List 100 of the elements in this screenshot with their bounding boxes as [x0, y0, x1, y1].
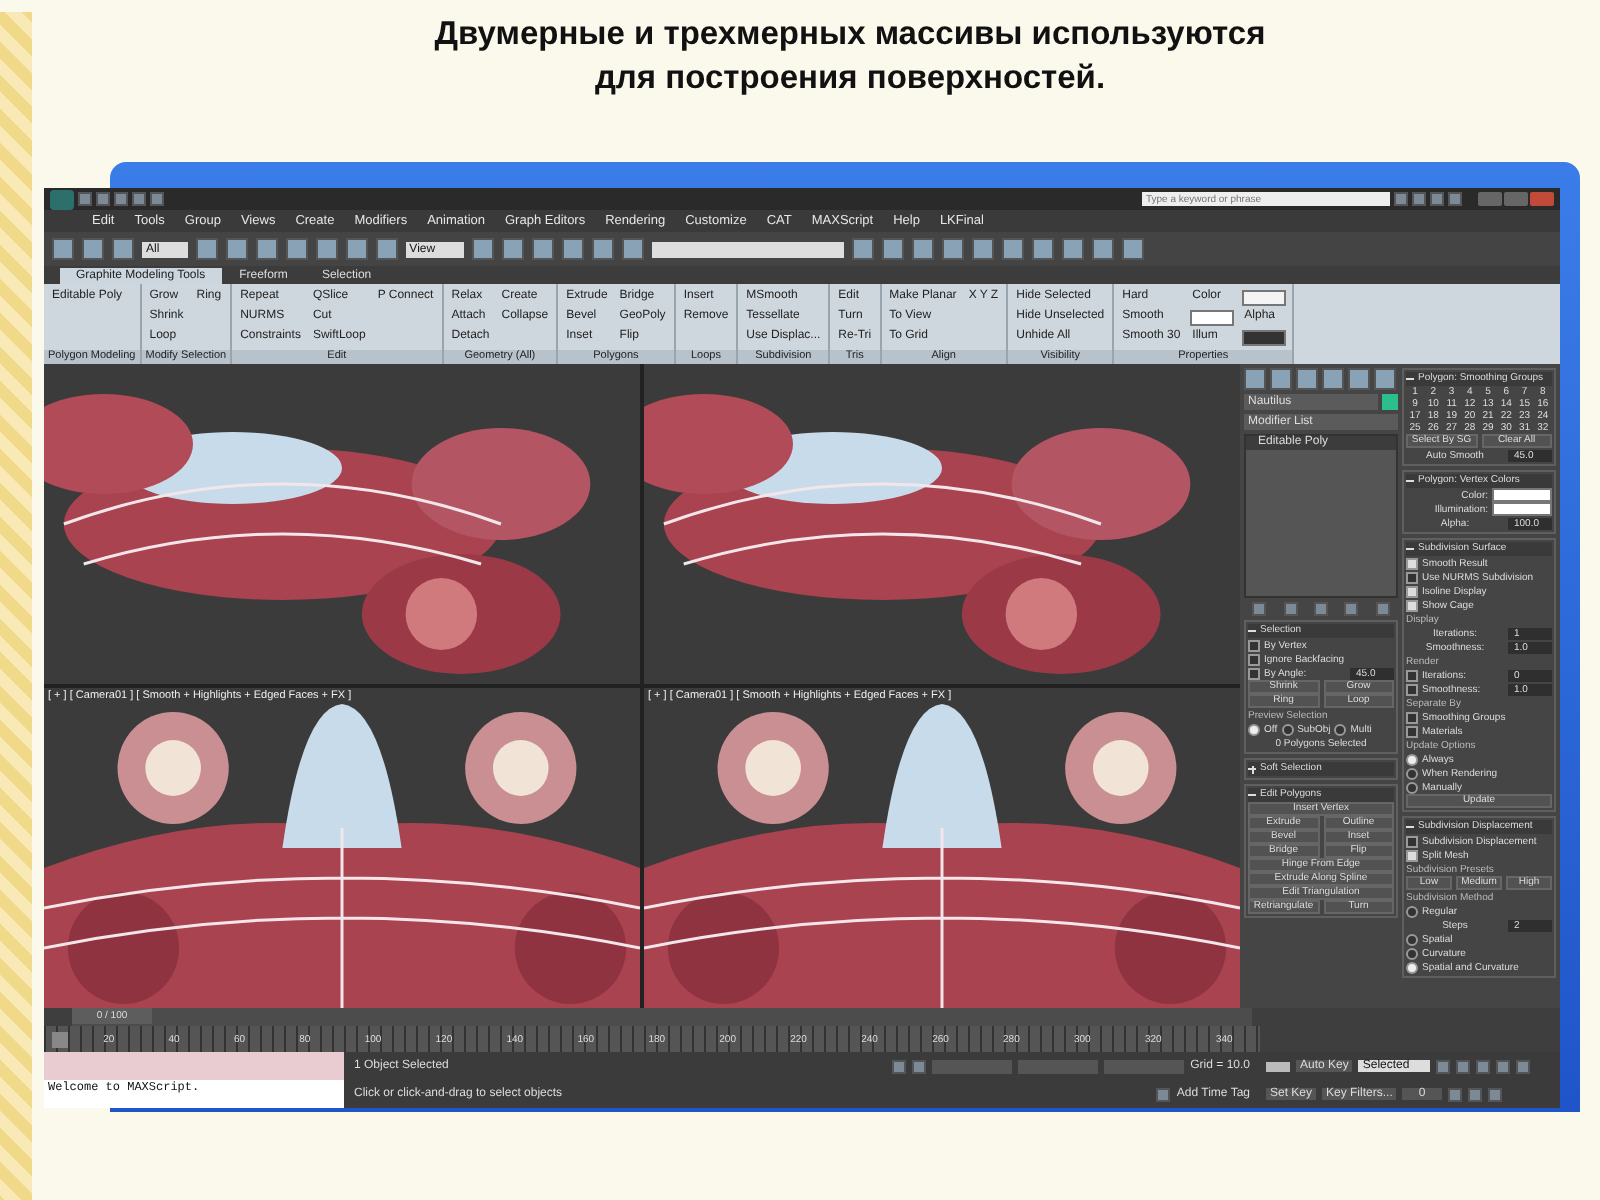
checkbox[interactable]: [1406, 849, 1418, 861]
square-icon[interactable]: [82, 238, 104, 260]
square-icon[interactable]: [96, 192, 110, 206]
square-icon[interactable]: [941, 238, 964, 260]
square-icon[interactable]: [375, 238, 398, 260]
square-icon[interactable]: [1447, 1087, 1462, 1101]
checkbox[interactable]: [1406, 557, 1418, 569]
square-icon[interactable]: [114, 192, 128, 206]
checkbox[interactable]: [1406, 835, 1418, 847]
named-selection-field[interactable]: [651, 241, 844, 257]
square-icon[interactable]: [1322, 368, 1344, 390]
radio-button[interactable]: [1406, 767, 1418, 779]
square-icon[interactable]: [501, 238, 524, 260]
radio-button[interactable]: [1334, 723, 1347, 735]
square-icon[interactable]: [1435, 1059, 1450, 1073]
square-icon[interactable]: [1515, 1059, 1530, 1073]
radio-button[interactable]: [1248, 723, 1260, 735]
collapse-icon[interactable]: [1406, 375, 1414, 383]
square-icon[interactable]: [1252, 602, 1267, 616]
radio-button[interactable]: [1406, 933, 1418, 945]
square-icon[interactable]: [892, 1059, 907, 1073]
square-icon[interactable]: [591, 238, 614, 260]
object-color-swatch[interactable]: [1382, 394, 1398, 410]
square-icon[interactable]: [1001, 238, 1024, 260]
square-icon[interactable]: [1296, 368, 1318, 390]
square-icon[interactable]: [255, 238, 278, 260]
checkbox[interactable]: [1406, 571, 1418, 583]
square-icon[interactable]: [971, 238, 994, 260]
y-coordinate-field[interactable]: [1018, 1059, 1099, 1073]
slide-title: Двумерные и трехмерных массивы используются для построения поверхностей.: [432, 14, 1268, 100]
color-swatch[interactable]: [1242, 329, 1287, 345]
square-icon[interactable]: [1412, 192, 1426, 206]
color-swatch[interactable]: [1492, 488, 1552, 502]
radio-button[interactable]: [1406, 905, 1418, 917]
square-icon[interactable]: [345, 238, 368, 260]
square-icon[interactable]: [1375, 602, 1390, 616]
square-icon[interactable]: [1448, 192, 1462, 206]
square-icon[interactable]: [1475, 1059, 1490, 1073]
square-icon[interactable]: [1348, 368, 1370, 390]
square-icon[interactable]: [1455, 1059, 1470, 1073]
color-swatch[interactable]: [1190, 309, 1235, 325]
square-icon[interactable]: [285, 238, 308, 260]
color-swatch[interactable]: [1492, 502, 1552, 516]
square-icon[interactable]: [1487, 1087, 1502, 1101]
checkbox[interactable]: [1248, 667, 1260, 679]
square-icon[interactable]: [1244, 368, 1266, 390]
square-icon[interactable]: [621, 238, 644, 260]
square-icon[interactable]: [911, 238, 934, 260]
checkbox[interactable]: [1406, 725, 1418, 737]
radio-button[interactable]: [1406, 947, 1418, 959]
square-icon[interactable]: [851, 238, 874, 260]
square-icon[interactable]: [1270, 368, 1292, 390]
square-icon[interactable]: [1156, 1087, 1171, 1101]
square-icon[interactable]: [561, 238, 584, 260]
square-icon[interactable]: [531, 238, 554, 260]
square-icon[interactable]: [52, 238, 74, 260]
square-icon[interactable]: [132, 192, 146, 206]
checkbox[interactable]: [1406, 683, 1418, 695]
square-icon[interactable]: [1430, 192, 1444, 206]
radio-button[interactable]: [1406, 753, 1418, 765]
square-icon[interactable]: [1394, 192, 1408, 206]
square-icon[interactable]: [1283, 602, 1298, 616]
square-icon[interactable]: [150, 192, 164, 206]
x-coordinate-field[interactable]: [932, 1059, 1013, 1073]
collapse-icon[interactable]: [1248, 627, 1256, 635]
square-icon[interactable]: [315, 238, 338, 260]
square-icon[interactable]: [112, 238, 134, 260]
radio-button[interactable]: [1281, 723, 1294, 735]
app-logo-icon[interactable]: [50, 189, 74, 209]
color-swatch[interactable]: [1242, 289, 1287, 305]
checkbox[interactable]: [1406, 599, 1418, 611]
square-icon[interactable]: [1031, 238, 1054, 260]
square-icon[interactable]: [225, 238, 248, 260]
square-icon[interactable]: [1374, 368, 1396, 390]
collapse-icon[interactable]: [1248, 791, 1256, 799]
square-icon[interactable]: [78, 192, 92, 206]
square-icon[interactable]: [471, 238, 494, 260]
checkbox[interactable]: [1406, 585, 1418, 597]
radio-button[interactable]: [1406, 781, 1418, 793]
square-icon[interactable]: [1121, 238, 1144, 260]
checkbox[interactable]: [1248, 639, 1260, 651]
collapse-icon[interactable]: [1406, 823, 1414, 831]
square-icon[interactable]: [1495, 1059, 1510, 1073]
square-icon[interactable]: [1467, 1087, 1482, 1101]
checkbox[interactable]: [1248, 653, 1260, 665]
square-icon[interactable]: [1091, 238, 1114, 260]
expand-icon[interactable]: [1248, 765, 1256, 773]
z-coordinate-field[interactable]: [1104, 1059, 1185, 1073]
square-icon[interactable]: [912, 1059, 927, 1073]
square-icon[interactable]: [1313, 602, 1328, 616]
checkbox[interactable]: [1406, 711, 1418, 723]
square-icon[interactable]: [1061, 238, 1084, 260]
checkbox[interactable]: [1406, 669, 1418, 681]
square-icon[interactable]: [195, 238, 218, 260]
square-icon[interactable]: [881, 238, 904, 260]
radio-button[interactable]: [1406, 961, 1418, 973]
collapse-icon[interactable]: [1406, 477, 1414, 485]
listener-input[interactable]: [44, 1052, 344, 1080]
collapse-icon[interactable]: [1406, 545, 1414, 553]
square-icon[interactable]: [1344, 602, 1359, 616]
